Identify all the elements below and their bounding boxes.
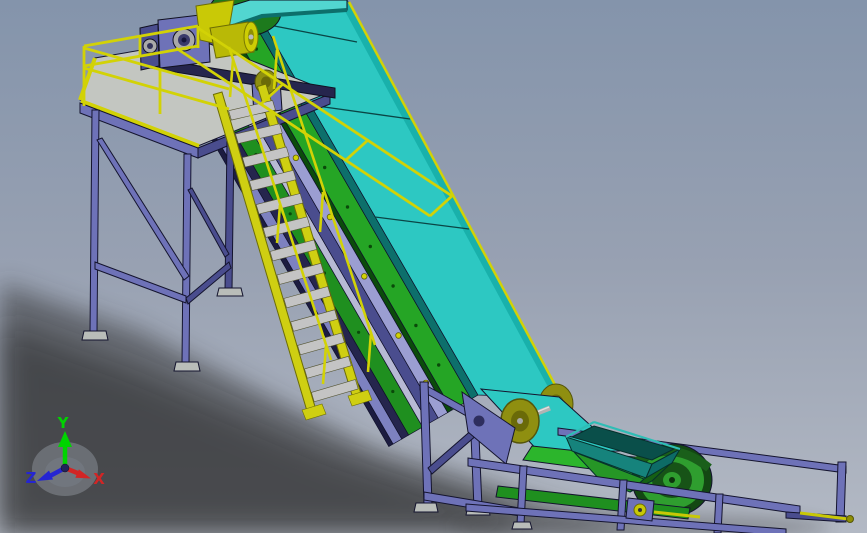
takeup-bearing-center: [638, 508, 642, 512]
base-plate: [413, 502, 439, 513]
motor-shaft: [248, 34, 254, 40]
pulley-axle: [517, 418, 523, 424]
base-plate: [511, 521, 533, 530]
screw-nut: [846, 515, 854, 523]
x-axis-label: X: [93, 470, 105, 488]
cad-viewport[interactable]: Y Z X: [0, 0, 867, 533]
base-plate: [81, 330, 109, 341]
platform-leg[interactable]: [181, 153, 192, 365]
end-post[interactable]: [835, 461, 847, 523]
bracket-hole: [473, 415, 485, 427]
bearing-bore: [147, 43, 153, 49]
tail-drum-axle: [669, 477, 675, 483]
base-plate: [216, 287, 244, 297]
base-plate: [173, 361, 201, 372]
triad-origin: [60, 463, 70, 473]
bearing-center: [181, 37, 187, 43]
viewport-canvas[interactable]: Y Z X: [0, 0, 867, 533]
z-axis-label: Z: [26, 469, 37, 487]
y-axis-label: Y: [57, 414, 70, 432]
platform-leg[interactable]: [89, 109, 100, 334]
